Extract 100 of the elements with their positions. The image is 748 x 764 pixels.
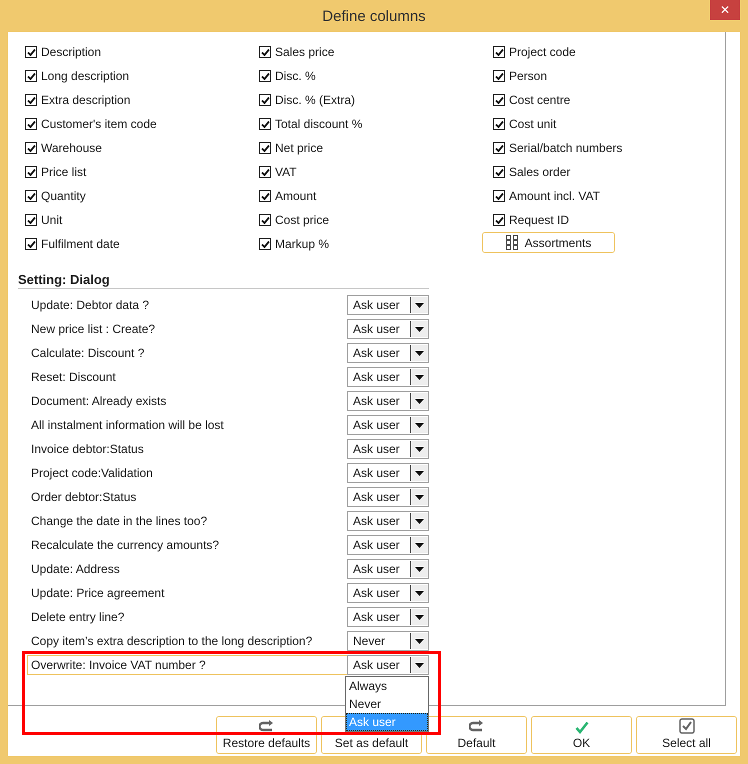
dropdown[interactable]: Ask user (347, 655, 429, 675)
checkbox-label: Cost price (275, 213, 330, 227)
checkbox[interactable] (25, 190, 37, 202)
caret-icon (415, 614, 424, 620)
checkbox[interactable] (25, 214, 37, 226)
dropdown[interactable]: Ask user (347, 343, 429, 363)
dropdown[interactable]: Ask user (347, 463, 429, 483)
footer-button[interactable]: Restore defaults (216, 716, 317, 754)
dropdown[interactable]: Never (347, 631, 429, 651)
checkbox-label: Extra description (41, 93, 130, 107)
checkbox-label: Description (41, 45, 102, 59)
setting-label: Document: Already exists (31, 394, 166, 408)
setting-label: All instalment information will be lost (31, 418, 224, 432)
close-button[interactable]: ✕ (710, 0, 740, 20)
checkbox-label: Markup % (275, 237, 330, 251)
dropdown[interactable]: Ask user (347, 319, 429, 339)
checkbox[interactable] (493, 70, 505, 82)
setting-label: Delete entry line? (31, 610, 124, 624)
footer-button[interactable]: Select all (636, 716, 737, 754)
checkbox[interactable] (259, 142, 271, 154)
caret-icon (415, 302, 424, 308)
caret-icon (415, 470, 424, 476)
setting-label: Order debtor:Status (31, 490, 136, 504)
checkbox-label: Customer's item code (41, 117, 157, 131)
caret-icon (415, 542, 424, 548)
footer-button[interactable]: Default (426, 716, 527, 754)
caret-icon (415, 662, 424, 668)
window-title: Define columns (322, 8, 426, 24)
setting-label: New price list : Create? (31, 322, 156, 336)
setting-label: Update: Debtor data ? (31, 298, 150, 312)
checkbox-label: Disc. % (Extra) (275, 93, 356, 107)
checkbox[interactable] (25, 142, 37, 154)
checkbox[interactable] (259, 118, 271, 130)
checkbox[interactable] (25, 94, 37, 106)
assortments-button[interactable]: Assortments (482, 232, 615, 253)
checkbox-label: Serial/batch numbers (509, 141, 622, 155)
grid-list-icon (506, 235, 520, 250)
setting-label: Copy item’s extra description to the long description? (31, 634, 312, 648)
checkbox[interactable] (259, 190, 271, 202)
setting-label: Recalculate the currency amounts? (31, 538, 220, 552)
checkbox-label: Sales price (275, 45, 334, 59)
caret-icon (415, 638, 424, 644)
checkbox[interactable] (259, 238, 271, 250)
setting-label: Update: Address (31, 562, 120, 576)
checkbox[interactable] (259, 46, 271, 58)
checkbox[interactable] (25, 238, 37, 250)
checkbox[interactable] (493, 118, 505, 130)
caret-icon (415, 446, 424, 452)
setting-label: Calculate: Discount ? (31, 346, 144, 360)
dropdown[interactable]: Ask user (347, 535, 429, 555)
checkbox-label: Amount (275, 189, 316, 203)
caret-icon (415, 350, 424, 356)
checkbox[interactable] (25, 70, 37, 82)
checkbox[interactable] (25, 166, 37, 178)
checkbox-label: Person (509, 69, 548, 83)
dropdown[interactable]: Ask user (347, 439, 429, 459)
checkbox-label: Total discount % (275, 117, 362, 131)
dropdown[interactable]: Ask user (347, 391, 429, 411)
checkbox[interactable] (493, 142, 505, 154)
caret-icon (415, 494, 424, 500)
checkbox[interactable] (259, 214, 271, 226)
caret-icon (415, 590, 424, 596)
caret-icon (415, 518, 424, 524)
redo-icon (468, 720, 484, 734)
checkbox[interactable] (259, 70, 271, 82)
checkbox[interactable] (25, 118, 37, 130)
checkbox-label: Cost centre (509, 93, 570, 107)
caret-icon (415, 566, 424, 572)
checkbox-label: Request ID (509, 213, 570, 227)
checkbox[interactable] (493, 214, 505, 226)
checkbox[interactable] (259, 94, 271, 106)
checkbox-label: Amount incl. VAT (509, 189, 600, 203)
checkbox[interactable] (259, 166, 271, 178)
checkbox[interactable] (493, 94, 505, 106)
footer-button[interactable]: OK (531, 716, 632, 754)
dropdown[interactable]: Ask user (347, 295, 429, 315)
checkbox-label: Warehouse (41, 141, 102, 155)
checkbox[interactable] (25, 46, 37, 58)
dropdown[interactable]: Ask user (347, 415, 429, 435)
checkbox-label: Quantity (41, 189, 86, 203)
dropdown[interactable]: Ask user (347, 607, 429, 627)
checkbox-label: Long description (41, 69, 130, 83)
checkbox-label: Price list (41, 165, 86, 179)
checkbox[interactable] (493, 166, 505, 178)
checkbox-label: Unit (41, 213, 62, 227)
checkbox[interactable] (493, 46, 505, 58)
redo-icon (258, 720, 274, 734)
dropdown[interactable]: Ask user (347, 583, 429, 603)
section-title: Setting: Dialog (18, 272, 429, 289)
dropdown[interactable]: Ask user (347, 367, 429, 387)
checkbox-icon (678, 718, 694, 734)
checkbox[interactable] (493, 190, 505, 202)
dropdown[interactable]: Ask user (347, 487, 429, 507)
checkbox-label: Cost unit (509, 117, 556, 131)
dropdown[interactable]: Ask user (347, 559, 429, 579)
caret-icon (415, 422, 424, 428)
setting-label: Project code:Validation (31, 466, 153, 480)
checkbox-label: Fulfilment date (41, 237, 120, 251)
dropdown[interactable]: Ask user (347, 511, 429, 531)
checkbox-label: Sales order (509, 165, 570, 179)
